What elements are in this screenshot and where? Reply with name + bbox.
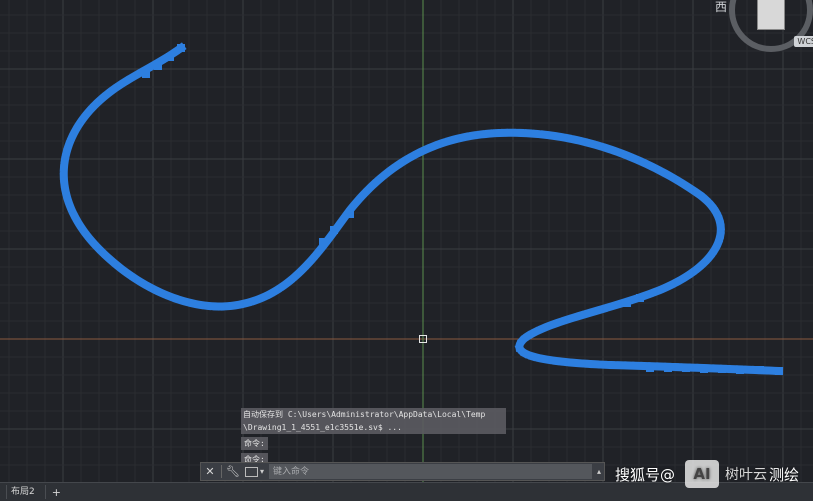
tab-layout2[interactable]: 布局2 xyxy=(7,485,46,499)
history-line: \Drawing1_1_4551_e1c3551e.sv$ ... xyxy=(241,421,506,434)
spline-grip[interactable] xyxy=(775,367,783,375)
spline-grip[interactable] xyxy=(623,299,631,307)
spline-grip[interactable] xyxy=(346,210,354,218)
watermark-brand: 搜狐号@ xyxy=(614,465,675,484)
viewcube-face[interactable] xyxy=(757,0,785,30)
spline-grip[interactable] xyxy=(756,366,764,374)
spline-grip[interactable] xyxy=(646,364,654,372)
spline-grip[interactable] xyxy=(166,53,174,61)
spline-grip[interactable] xyxy=(718,365,726,373)
command-line-bar: ✕ 🔧︎ ▾ ▴ xyxy=(200,462,605,481)
spline-grip[interactable] xyxy=(736,366,744,374)
watermark-logo-icon: AI xyxy=(684,460,719,488)
close-icon[interactable]: ✕ xyxy=(201,463,219,480)
wrench-icon[interactable]: 🔧︎ xyxy=(224,463,242,480)
spline-grip[interactable] xyxy=(682,364,690,372)
spline-grip[interactable] xyxy=(319,238,327,246)
command-history-toggle-icon[interactable]: ▴ xyxy=(594,463,604,480)
spline-grip[interactable] xyxy=(142,70,150,78)
viewcube[interactable]: 西 WCS xyxy=(715,0,813,58)
drawing-viewport[interactable]: 西 WCS 自动保存到 C:\Users\Administrator\AppDa… xyxy=(0,0,813,501)
command-history: 自动保存到 C:\Users\Administrator\AppData\Loc… xyxy=(241,408,506,466)
spline-grip[interactable] xyxy=(664,364,672,372)
add-layout-button[interactable]: + xyxy=(46,486,67,499)
recent-commands-icon xyxy=(245,466,258,477)
spline-grip[interactable] xyxy=(700,365,708,373)
wcs-menu[interactable]: WCS xyxy=(794,36,813,47)
watermark-brand-secondary: 树叶云 xyxy=(724,467,767,483)
watermark-suffix: 测绘 xyxy=(768,465,799,484)
compass-west-label[interactable]: 西 xyxy=(715,0,727,15)
recent-commands-button[interactable]: ▾ xyxy=(242,466,267,477)
command-input[interactable] xyxy=(269,464,592,479)
tab-model[interactable] xyxy=(0,485,7,499)
watermark: 搜狐号@ AI 树叶云 测绘 xyxy=(615,455,799,493)
spline-grip[interactable] xyxy=(636,294,644,302)
spline-grip[interactable] xyxy=(330,226,338,234)
history-prompt: 命令: xyxy=(241,437,268,450)
spline-grip[interactable] xyxy=(177,44,185,52)
separator xyxy=(221,465,222,478)
chevron-down-icon: ▾ xyxy=(260,467,265,476)
history-line: 自动保存到 C:\Users\Administrator\AppData\Loc… xyxy=(241,408,506,421)
spline-grip[interactable] xyxy=(154,62,162,70)
